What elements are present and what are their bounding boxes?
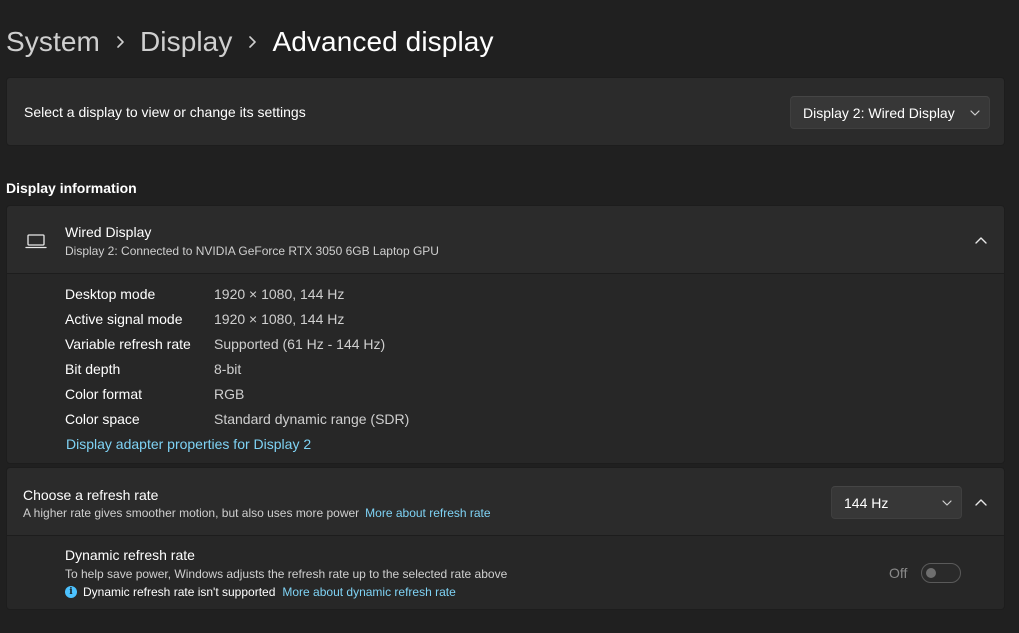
more-about-dynamic-refresh-link[interactable]: More about dynamic refresh rate bbox=[282, 585, 455, 599]
dynamic-refresh-subtitle: To help save power, Windows adjusts the … bbox=[65, 567, 508, 581]
info-value: RGB bbox=[214, 386, 245, 402]
chevron-down-icon bbox=[933, 499, 961, 506]
display-name: Wired Display bbox=[65, 224, 152, 240]
refresh-rate-value: 144 Hz bbox=[844, 494, 889, 511]
display-info-body: Desktop mode 1920 × 1080, 144 Hz Active … bbox=[6, 273, 1005, 464]
breadcrumb-system[interactable]: System bbox=[6, 26, 100, 58]
page-title: Advanced display bbox=[272, 26, 494, 57]
toggle-state-label: Off bbox=[889, 565, 908, 581]
dynamic-refresh-toggle[interactable] bbox=[921, 563, 961, 583]
info-key: Color space bbox=[65, 411, 140, 427]
laptop-icon bbox=[25, 232, 47, 250]
chevron-right-icon bbox=[232, 31, 272, 54]
refresh-rate-description: A higher rate gives smoother motion, but… bbox=[23, 506, 491, 520]
breadcrumb-display[interactable]: Display bbox=[140, 26, 233, 58]
info-value: 1920 × 1080, 144 Hz bbox=[214, 286, 345, 302]
info-value: Supported (61 Hz - 144 Hz) bbox=[214, 336, 386, 352]
info-icon: i bbox=[65, 586, 77, 598]
display-select-dropdown[interactable]: Display 2: Wired Display bbox=[790, 96, 990, 129]
display-select-card: Select a display to view or change its s… bbox=[6, 77, 1005, 146]
chevron-up-icon[interactable] bbox=[971, 492, 991, 512]
display-info-header[interactable]: Wired Display Display 2: Connected to NV… bbox=[6, 205, 1005, 274]
refresh-rate-subtitle: A higher rate gives smoother motion, but… bbox=[23, 506, 360, 520]
display-adapter-properties-link[interactable]: Display adapter properties for Display 2 bbox=[66, 436, 311, 452]
refresh-rate-dropdown[interactable]: 144 Hz bbox=[831, 486, 962, 519]
section-title-display-information: Display information bbox=[6, 180, 137, 196]
info-key: Desktop mode bbox=[65, 286, 156, 302]
advanced-display-page: System Display Advanced display Select a… bbox=[0, 0, 1019, 633]
info-value: 1920 × 1080, 144 Hz bbox=[214, 311, 345, 327]
dynamic-refresh-rate-card: Dynamic refresh rate To help save power,… bbox=[6, 535, 1005, 610]
more-about-refresh-rate-link[interactable]: More about refresh rate bbox=[365, 506, 490, 520]
breadcrumb: System Display Advanced display bbox=[6, 22, 494, 62]
info-key: Bit depth bbox=[65, 361, 121, 377]
dynamic-refresh-note: i Dynamic refresh rate isn't supported M… bbox=[65, 585, 456, 599]
info-key: Active signal mode bbox=[65, 311, 183, 327]
toggle-knob bbox=[926, 568, 936, 578]
dynamic-refresh-not-supported: Dynamic refresh rate isn't supported bbox=[83, 585, 276, 599]
chevron-down-icon bbox=[961, 109, 989, 116]
dynamic-refresh-title: Dynamic refresh rate bbox=[65, 547, 195, 563]
display-select-label: Select a display to view or change its s… bbox=[24, 104, 306, 120]
display-select-value: Display 2: Wired Display bbox=[803, 104, 955, 121]
display-connection: Display 2: Connected to NVIDIA GeForce R… bbox=[65, 244, 439, 258]
info-key: Color format bbox=[65, 386, 143, 402]
refresh-rate-header: Choose a refresh rate A higher rate give… bbox=[6, 467, 1005, 536]
info-value: Standard dynamic range (SDR) bbox=[214, 411, 410, 427]
info-key: Variable refresh rate bbox=[65, 336, 191, 352]
chevron-up-icon[interactable] bbox=[971, 230, 991, 250]
refresh-rate-title: Choose a refresh rate bbox=[23, 487, 159, 503]
info-value: 8-bit bbox=[214, 361, 242, 377]
chevron-right-icon bbox=[100, 31, 140, 54]
